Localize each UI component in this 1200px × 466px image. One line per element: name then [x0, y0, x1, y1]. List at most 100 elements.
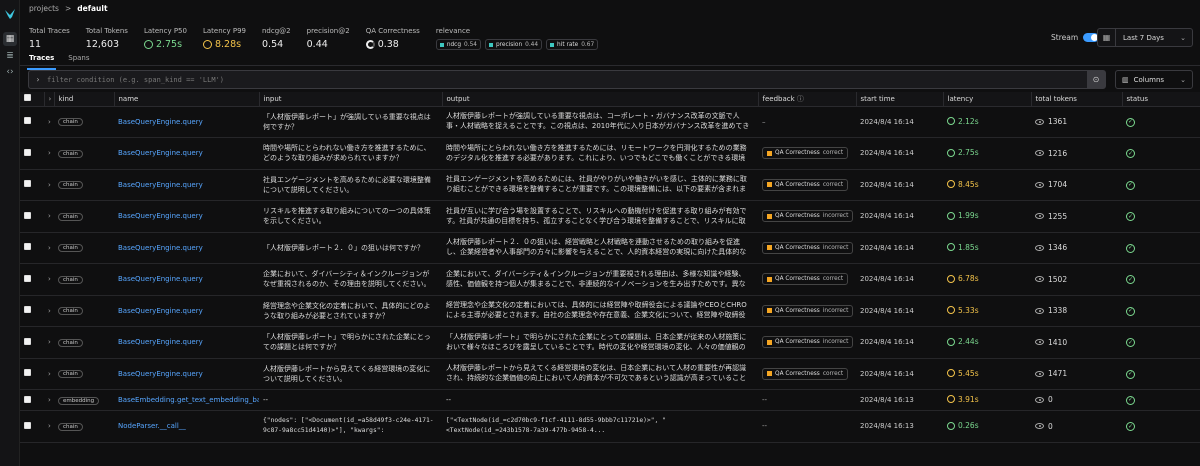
row-select-cell	[20, 410, 44, 443]
row-select-cell	[20, 326, 44, 359]
table-row[interactable]: › embedding BaseEmbedding.get_text_embed…	[20, 389, 1200, 411]
row-expand-cell: ›	[44, 137, 54, 170]
trace-name-link[interactable]: BaseQueryEngine.query	[118, 338, 203, 346]
trace-name-link[interactable]: BaseQueryEngine.query	[118, 212, 203, 220]
table-row[interactable]: › chain BaseQueryEngine.query 「人材版伊藤レポート…	[20, 326, 1200, 359]
table-row[interactable]: › chain BaseQueryEngine.query 「人材版伊藤レポート…	[20, 106, 1200, 138]
chevron-right-icon[interactable]: ›	[48, 244, 51, 252]
trace-name-link[interactable]: NodeParser.__call__	[118, 422, 186, 430]
column-header-status[interactable]: status	[1122, 92, 1200, 107]
chevron-right-icon[interactable]: ›	[48, 370, 51, 378]
row-select-cell	[20, 358, 44, 390]
latency-value: 2.75s	[947, 148, 979, 157]
row-checkbox[interactable]	[24, 337, 31, 345]
feedback-result: incorrect	[822, 244, 849, 251]
span-kind-badge: chain	[58, 118, 83, 127]
row-checkbox[interactable]	[24, 180, 31, 188]
latency-cell: 1.85s	[943, 232, 1031, 264]
chip-name: ndcg	[446, 41, 462, 48]
trace-name-link[interactable]: BaseQueryEngine.query	[118, 307, 203, 315]
trace-name-link[interactable]: BaseQueryEngine.query	[118, 370, 203, 378]
start-time-cell: 2024/8/4 16:14	[856, 358, 943, 390]
table-row[interactable]: › chain BaseQueryEngine.query 社員エンゲージメント…	[20, 169, 1200, 201]
chevron-right-icon[interactable]: ›	[48, 275, 51, 283]
row-checkbox[interactable]	[24, 243, 31, 251]
select-all-checkbox[interactable]	[24, 94, 31, 102]
projects-nav-icon[interactable]: ▦	[3, 32, 17, 46]
column-header-input[interactable]: input	[259, 92, 443, 107]
chevron-right-icon[interactable]: ›	[48, 149, 51, 157]
column-header-feedback[interactable]: feedback ⓘ	[758, 92, 857, 107]
row-checkbox[interactable]	[24, 211, 31, 219]
token-icon	[1035, 370, 1044, 377]
token-icon	[1035, 213, 1044, 219]
kind-cell: embedding	[54, 389, 114, 411]
output-text: 人材版伊藤レポート２．０の狙いは、経営戦略と人材戦略を連動させるための取り組みを…	[446, 238, 747, 257]
clock-icon	[202, 40, 212, 49]
table-row[interactable]: › chain BaseQueryEngine.query リスキルを推進する取…	[20, 200, 1200, 233]
feedback-empty: –	[762, 117, 766, 126]
trace-name-link[interactable]: BaseEmbedding.get_text_embedding_batch	[118, 396, 259, 404]
table-row[interactable]: › chain BaseQueryEngine.query 「人材版伊藤レポート…	[20, 232, 1200, 264]
apply-filter-icon[interactable]: ⊙	[1087, 71, 1105, 88]
output-cell: --	[442, 389, 758, 411]
trace-name-link[interactable]: BaseQueryEngine.query	[118, 244, 203, 252]
table-row[interactable]: › chain BaseQueryEngine.query 時間や場所にとらわれ…	[20, 137, 1200, 170]
column-header-output[interactable]: output	[442, 92, 759, 107]
row-expand-cell: ›	[44, 326, 54, 359]
table-row[interactable]: › chain BaseQueryEngine.query 企業において、ダイバ…	[20, 263, 1200, 296]
time-range-select[interactable]: ▦ Last 7 Days ⌄	[1097, 28, 1193, 47]
row-checkbox[interactable]	[24, 421, 31, 429]
columns-button[interactable]: ▥ Columns ⌄	[1115, 70, 1193, 89]
chevron-right-icon[interactable]: ›	[48, 338, 51, 346]
chevron-right-icon[interactable]: ›	[48, 212, 51, 220]
table-row[interactable]: › chain BaseQueryEngine.query 人材版伊藤レポートか…	[20, 358, 1200, 390]
input-text: 時間や場所にとらわれない働き方を推進するために、どのような取り組みが求められてい…	[263, 144, 431, 163]
token-text: 0	[1048, 421, 1053, 431]
row-checkbox[interactable]	[24, 395, 31, 403]
input-text: 「人材版伊藤レポート」が強調している重要な視点は何ですか？	[263, 112, 431, 131]
latency-value: 2.12s	[947, 117, 979, 126]
table-row[interactable]: › chain BaseQueryEngine.query 経営理念や企業文化の…	[20, 295, 1200, 327]
row-checkbox[interactable]	[24, 369, 31, 377]
column-header-name[interactable]: name	[114, 92, 260, 107]
metric-value-text: 2.75s	[155, 39, 183, 50]
feedback-cell: –	[758, 106, 856, 138]
row-checkbox[interactable]	[24, 148, 31, 156]
datasets-nav-icon[interactable]: ≣	[3, 49, 17, 63]
tab-divider	[20, 65, 1200, 66]
chevron-right-icon[interactable]: ›	[48, 307, 51, 315]
table-row[interactable]: › chain NodeParser.__call__ {"nodes": ["…	[20, 410, 1200, 443]
chevron-right-icon[interactable]: ›	[48, 396, 51, 404]
trace-name-link[interactable]: BaseQueryEngine.query	[118, 181, 203, 189]
trace-name-link[interactable]: BaseQueryEngine.query	[118, 275, 203, 283]
token-count: 1704	[1035, 180, 1067, 189]
chevron-right-icon[interactable]: ›	[49, 95, 52, 103]
row-select-cell	[20, 389, 44, 411]
row-checkbox[interactable]	[24, 117, 31, 125]
chevron-right-icon[interactable]: ›	[48, 118, 51, 126]
feedback-badge: QA Correctness correct	[762, 178, 849, 191]
status-ok-icon: ✓	[1126, 395, 1135, 405]
trace-name-link[interactable]: BaseQueryEngine.query	[118, 118, 203, 126]
color-swatch-icon	[439, 42, 444, 47]
metric-value-text: 12,603	[85, 39, 120, 50]
column-header-start-time[interactable]: start time	[856, 92, 944, 107]
row-checkbox[interactable]	[24, 306, 31, 314]
row-checkbox[interactable]	[24, 274, 31, 282]
token-text: 1338	[1048, 306, 1068, 315]
column-header-total-tokens[interactable]: total tokens	[1031, 92, 1123, 107]
status-ok-icon: ✓	[1126, 212, 1135, 221]
filter-condition-input[interactable]	[47, 75, 1087, 84]
code-nav-icon[interactable]: ‹›	[3, 65, 17, 79]
chevron-right-icon[interactable]: ›	[48, 422, 51, 430]
start-time-cell: 2024/8/4 16:14	[856, 263, 943, 296]
trace-name-link[interactable]: BaseQueryEngine.query	[118, 149, 203, 157]
breadcrumb-projects-link[interactable]: projects	[29, 4, 59, 14]
chevron-right-icon[interactable]: ›	[48, 181, 51, 189]
column-header-kind[interactable]: kind	[54, 92, 115, 107]
start-time-cell: 2024/8/4 16:14	[856, 326, 943, 359]
span-kind-badge: chain	[58, 370, 83, 379]
column-header-latency[interactable]: latency	[943, 92, 1032, 107]
token-text: 1216	[1048, 148, 1068, 158]
